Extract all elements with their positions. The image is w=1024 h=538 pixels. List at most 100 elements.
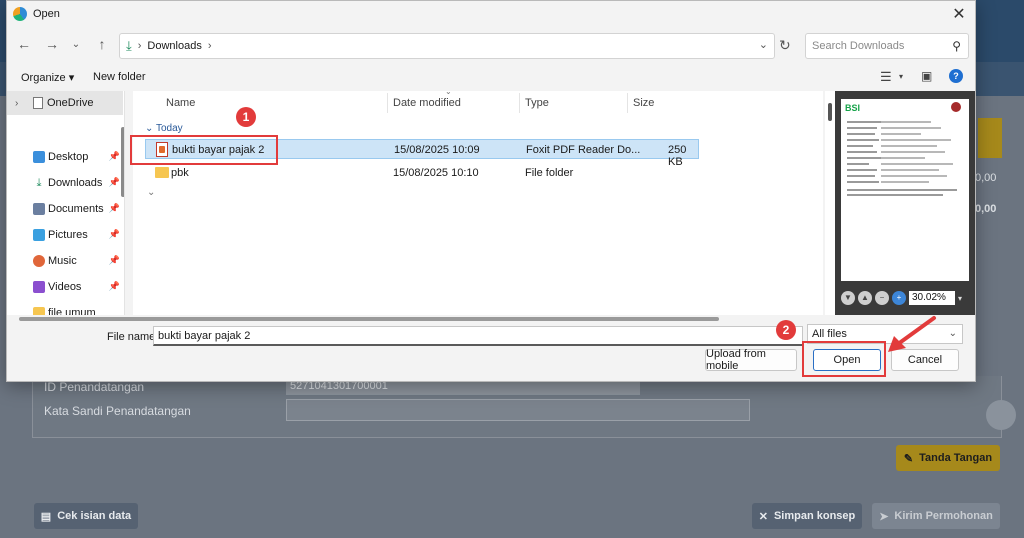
seal-logo-icon xyxy=(951,102,961,112)
scroll-thumb[interactable] xyxy=(828,103,832,121)
nav-item-onedrive[interactable]: › OneDrive xyxy=(7,91,123,115)
file-umum-label: file umum xyxy=(48,307,96,315)
page-down-icon[interactable]: ▼ xyxy=(841,291,855,305)
preview-text-line xyxy=(881,139,951,141)
nav-scrollbar[interactable] xyxy=(121,127,124,197)
file-row-pbk[interactable]: pbk 15/08/2025 10:10 File folder xyxy=(145,163,699,183)
file-date: 15/08/2025 10:09 xyxy=(394,144,480,156)
preview-text-line xyxy=(847,163,869,165)
search-icon: ⚲ xyxy=(952,39,961,53)
document-preview-page: BSI xyxy=(841,99,969,281)
pin-icon[interactable]: 📌 xyxy=(109,229,120,240)
column-header-type[interactable]: Type xyxy=(525,97,549,109)
file-type: Foxit PDF Reader Do... xyxy=(526,144,641,156)
signer-password-input[interactable] xyxy=(286,399,750,421)
chevron-down-icon[interactable]: ⌄ xyxy=(759,38,768,51)
expand-chevron-icon[interactable]: › xyxy=(15,98,25,109)
desktop-icon xyxy=(33,151,45,163)
forward-arrow-icon[interactable]: → xyxy=(43,36,61,52)
search-input[interactable]: Search Downloads ⚲ xyxy=(805,33,969,59)
signer-password-label: Kata Sandi Penandatangan xyxy=(44,404,191,418)
group-header-today[interactable]: ⌄ Today xyxy=(145,123,183,134)
column-separator[interactable] xyxy=(627,93,628,113)
recent-chevron-icon[interactable]: ⌄ xyxy=(67,39,85,50)
nav-item-pictures[interactable]: Pictures 📌 xyxy=(33,225,123,245)
pictures-icon xyxy=(33,229,45,241)
step-badge-1: 1 xyxy=(236,107,256,127)
file-date: 15/08/2025 10:10 xyxy=(393,167,479,179)
nav-item-videos[interactable]: Videos 📌 xyxy=(33,277,123,297)
preview-doc-header: BSI xyxy=(845,103,861,113)
page-up-icon[interactable]: ▲ xyxy=(858,291,872,305)
organize-button[interactable]: Organize ▾ xyxy=(21,71,74,84)
file-name-input[interactable]: bukti bayar pajak 2 xyxy=(153,326,803,346)
collapsed-group-chevron-icon[interactable]: ⌄ xyxy=(147,187,155,198)
search-placeholder: Search Downloads xyxy=(812,40,905,52)
column-separator[interactable] xyxy=(387,93,388,113)
pin-icon[interactable]: 📌 xyxy=(109,255,120,266)
preview-text-line xyxy=(881,169,939,171)
zoom-out-icon[interactable]: − xyxy=(875,291,889,305)
kirim-permohonan-button[interactable]: ➤ Kirim Permohonan xyxy=(872,503,1000,529)
file-name: pbk xyxy=(171,167,189,179)
close-icon[interactable]: ✕ xyxy=(949,4,969,24)
videos-label: Videos xyxy=(48,281,82,293)
zoom-level[interactable]: 30.02% xyxy=(909,291,955,305)
column-separator[interactable] xyxy=(519,93,520,113)
scroll-thumb[interactable] xyxy=(19,317,719,321)
pin-icon[interactable]: 📌 xyxy=(109,177,120,188)
clipboard-icon: ▤ xyxy=(40,510,52,523)
tanda-tangan-button[interactable]: ✎ Tanda Tangan xyxy=(896,445,1000,471)
breadcrumb-separator-2[interactable]: › xyxy=(208,40,212,52)
preview-pane: BSI ▼ ▲ − + 30.02% ▾ xyxy=(835,91,975,315)
preview-text-line xyxy=(881,175,947,177)
preview-text-line xyxy=(847,169,877,171)
cek-isian-button[interactable]: ▤ Cek isian data xyxy=(34,503,138,529)
up-arrow-icon[interactable]: ↑ xyxy=(93,36,111,52)
refresh-icon[interactable]: ↻ xyxy=(779,37,791,54)
upload-from-mobile-button[interactable]: Upload from mobile xyxy=(705,348,797,372)
back-arrow-icon[interactable]: ← xyxy=(15,36,33,52)
download-icon: ⤓ xyxy=(36,177,42,189)
preview-text-line xyxy=(881,127,941,129)
view-chevron-icon[interactable]: ▾ xyxy=(899,72,903,81)
sort-caret-icon: ⌄ xyxy=(445,87,452,96)
nav-item-music[interactable]: Music 📌 xyxy=(33,251,123,271)
folder-icon xyxy=(33,307,45,315)
preview-text-line xyxy=(847,175,875,177)
scroll-top-button[interactable] xyxy=(986,400,1016,430)
column-header-date[interactable]: Date modified xyxy=(393,97,461,109)
preview-text-line xyxy=(847,127,877,129)
view-options-icon[interactable]: ☰ xyxy=(880,69,892,85)
help-icon[interactable]: ? xyxy=(949,69,963,83)
zoom-dropdown-icon[interactable]: ▾ xyxy=(958,294,962,303)
organize-label: Organize xyxy=(21,72,66,84)
pin-icon[interactable]: 📌 xyxy=(109,151,120,162)
nav-item-desktop[interactable]: Desktop 📌 xyxy=(33,147,123,167)
nav-item-documents[interactable]: Documents 📌 xyxy=(33,199,123,219)
simpan-konsep-button[interactable]: ✕ Simpan konsep xyxy=(752,503,862,529)
nav-item-file-umum[interactable]: file umum xyxy=(33,303,123,315)
onedrive-label: OneDrive xyxy=(47,97,94,109)
music-label: Music xyxy=(48,255,77,267)
horizontal-scrollbar[interactable] xyxy=(7,315,975,323)
file-list-scrollbar[interactable] xyxy=(825,91,835,315)
send-icon: ➤ xyxy=(879,510,889,523)
column-header-name[interactable]: Name xyxy=(166,97,195,109)
pin-icon[interactable]: 📌 xyxy=(109,203,120,214)
breadcrumb-separator: › xyxy=(137,40,142,52)
pointer-arrow-icon xyxy=(888,316,936,352)
breadcrumb-downloads[interactable]: Downloads xyxy=(147,40,201,52)
new-folder-button[interactable]: New folder xyxy=(93,71,146,83)
simpan-konsep-label: Simpan konsep xyxy=(773,510,856,522)
tanda-tangan-label: Tanda Tangan xyxy=(919,452,993,464)
preview-text-line xyxy=(881,145,937,147)
column-header-size[interactable]: Size xyxy=(633,97,654,109)
preview-pane-icon[interactable]: ▣ xyxy=(921,69,932,83)
nav-item-downloads[interactable]: ⤓ Downloads 📌 xyxy=(33,173,123,193)
amount-value-2: 0,00 xyxy=(975,203,997,215)
pin-icon[interactable]: 📌 xyxy=(109,281,120,292)
address-bar[interactable]: ⤓ › Downloads › ⌄ xyxy=(119,33,775,59)
zoom-in-icon[interactable]: + xyxy=(892,291,906,305)
documents-label: Documents xyxy=(48,203,104,215)
